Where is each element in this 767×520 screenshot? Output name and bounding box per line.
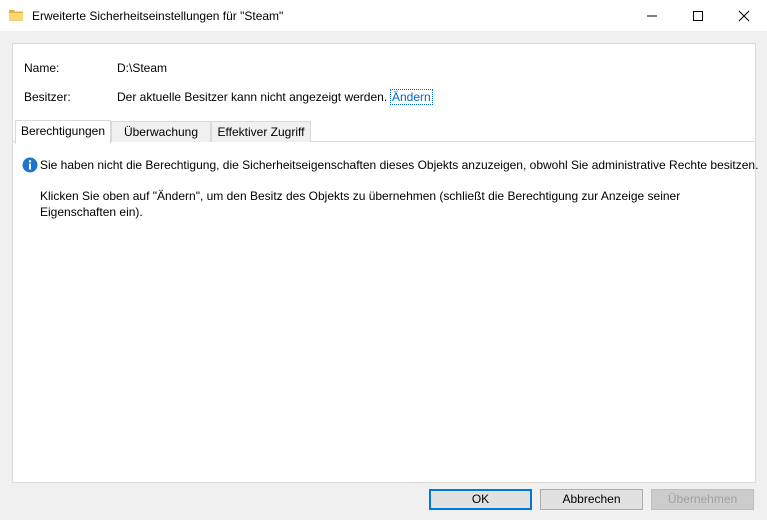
maximize-icon: [693, 11, 703, 21]
takeover-hint-line1: Klicken Sie oben auf "Ändern", um den Be…: [40, 189, 681, 203]
close-icon: [738, 10, 750, 22]
owner-label: Besitzer:: [24, 90, 71, 104]
tab-auditing[interactable]: Überwachung: [111, 121, 211, 142]
maximize-button[interactable]: [675, 0, 721, 31]
name-value: D:\Steam: [117, 61, 168, 75]
close-button[interactable]: [721, 0, 767, 31]
info-icon: [22, 157, 38, 173]
apply-button: Übernehmen: [651, 489, 754, 510]
tab-effective-access[interactable]: Effektiver Zugriff: [211, 121, 311, 142]
minimize-icon: [647, 15, 657, 17]
window-title: Erweiterte Sicherheitseinstellungen für …: [32, 9, 284, 23]
security-panel: Name: D:\Steam Besitzer: Der aktuelle Be…: [12, 43, 759, 483]
change-owner-link[interactable]: Ändern: [390, 89, 433, 105]
cancel-button[interactable]: Abbrechen: [540, 489, 643, 510]
minimize-button[interactable]: [629, 0, 675, 31]
folder-icon: [9, 9, 23, 21]
tab-permissions[interactable]: Berechtigungen: [15, 120, 111, 144]
permission-message: Sie haben nicht die Berechtigung, die Si…: [40, 158, 759, 172]
title-bar: Erweiterte Sicherheitseinstellungen für …: [0, 0, 767, 31]
takeover-hint-line2: Eigenschaften ein).: [40, 205, 143, 219]
name-label: Name:: [24, 61, 60, 75]
owner-value: Der aktuelle Besitzer kann nicht angezei…: [117, 90, 388, 104]
ok-button[interactable]: OK: [429, 489, 532, 510]
